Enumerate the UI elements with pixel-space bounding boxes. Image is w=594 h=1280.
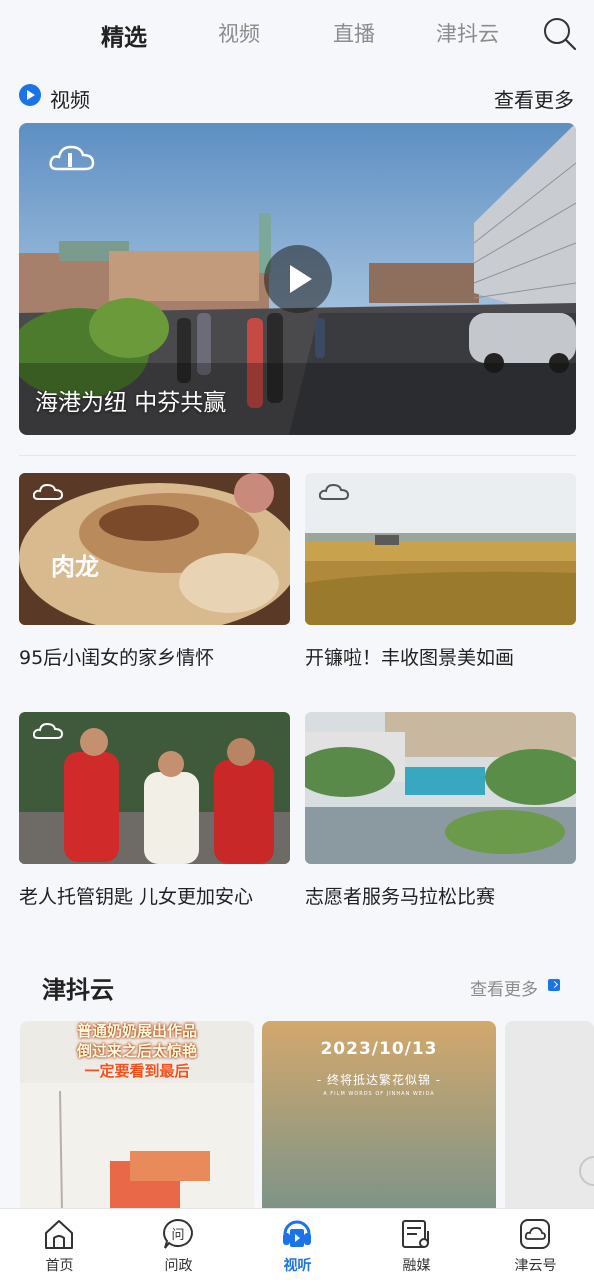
jindouyun-section-title: 津抖云 [42, 976, 114, 1004]
section-divider [19, 455, 576, 456]
video-thumbnail [305, 473, 576, 625]
chevron-right-icon[interactable] [548, 979, 560, 991]
video-title: 老人托管钥匙 儿女更加安心 [19, 886, 254, 908]
loading-indicator [579, 1156, 594, 1186]
reel-card-partial[interactable] [505, 1021, 594, 1211]
hero-caption: 海港为纽 中芬共赢 [35, 390, 227, 416]
jinyun-logo-icon [33, 722, 63, 739]
video-card[interactable]: 志愿者服务马拉松比赛 [305, 712, 576, 909]
top-tab-bar: 精选 视频 直播 津抖云 [0, 0, 594, 68]
svg-text:问: 问 [171, 1228, 184, 1243]
jinyun-logo-icon [49, 145, 95, 171]
jinyun-logo-icon [319, 483, 349, 500]
nav-jinyun-account[interactable]: 津云号 [476, 1209, 594, 1280]
jindouyun-more-link[interactable]: 查看更多 [470, 975, 538, 1000]
search-icon[interactable] [542, 16, 578, 52]
tab-jindouyun[interactable]: 津抖云 [436, 18, 499, 48]
tv-icon [283, 1220, 311, 1247]
tab-video[interactable]: 视频 [218, 18, 260, 48]
reel-card[interactable]: 2023/10/13 - 终将抵达繁花似锦 - A FILM WORDS OF … [262, 1021, 496, 1211]
video-thumbnail: 肉龙 [19, 473, 290, 625]
video-title: 开镰啦！丰收图景美如画 [305, 647, 515, 669]
video-card[interactable]: 老人托管钥匙 儿女更加安心 [19, 712, 290, 909]
reel-date: 2023/10/13 [320, 1039, 438, 1059]
nav-media[interactable]: 融媒 [357, 1209, 476, 1280]
video-play-icon [19, 84, 41, 106]
tab-live[interactable]: 直播 [333, 18, 375, 48]
video-section-title: 视频 [50, 88, 90, 112]
video-title: 志愿者服务马拉松比赛 [305, 886, 496, 908]
video-thumbnail [19, 712, 290, 864]
reel-subtitle: - 终将抵达繁花似锦 - [316, 1073, 442, 1087]
video-title: 95后小闺女的家乡情怀 [19, 647, 215, 669]
nav-home[interactable]: 首页 [0, 1209, 119, 1280]
bottom-nav: 首页 问 问政 视听 融媒 津云号 [0, 1208, 594, 1280]
media-icon [402, 1220, 429, 1248]
hero-video[interactable]: 海港为纽 中芬共赢 [19, 123, 576, 435]
ask-icon: 问 [163, 1218, 193, 1249]
reel-card[interactable]: 普通奶奶展出作品 倒过来之后太惊艳 一定要看到最后 [20, 1021, 254, 1211]
video-card[interactable]: 开镰啦！丰收图景美如画 [305, 473, 576, 670]
thumbnail-overlay-text: 肉龙 [51, 552, 99, 581]
video-thumbnail [305, 712, 576, 864]
home-icon [45, 1220, 73, 1249]
play-button[interactable] [264, 245, 332, 313]
cloud-icon [520, 1219, 550, 1249]
tab-featured[interactable]: 精选 [101, 18, 147, 52]
video-card[interactable]: 肉龙 95后小闺女的家乡情怀 [19, 473, 290, 670]
reel-subtitle-en: A FILM WORDS OF JINHAN WEIDA [323, 1091, 435, 1097]
nav-ask[interactable]: 问 问政 [119, 1209, 238, 1280]
reel-banner: 普通奶奶展出作品 倒过来之后太惊艳 一定要看到最后 [76, 1022, 197, 1080]
video-more-link[interactable]: 查看更多 [494, 84, 574, 113]
jinyun-logo-icon [33, 483, 63, 500]
nav-audiovisual[interactable]: 视听 [238, 1209, 357, 1280]
